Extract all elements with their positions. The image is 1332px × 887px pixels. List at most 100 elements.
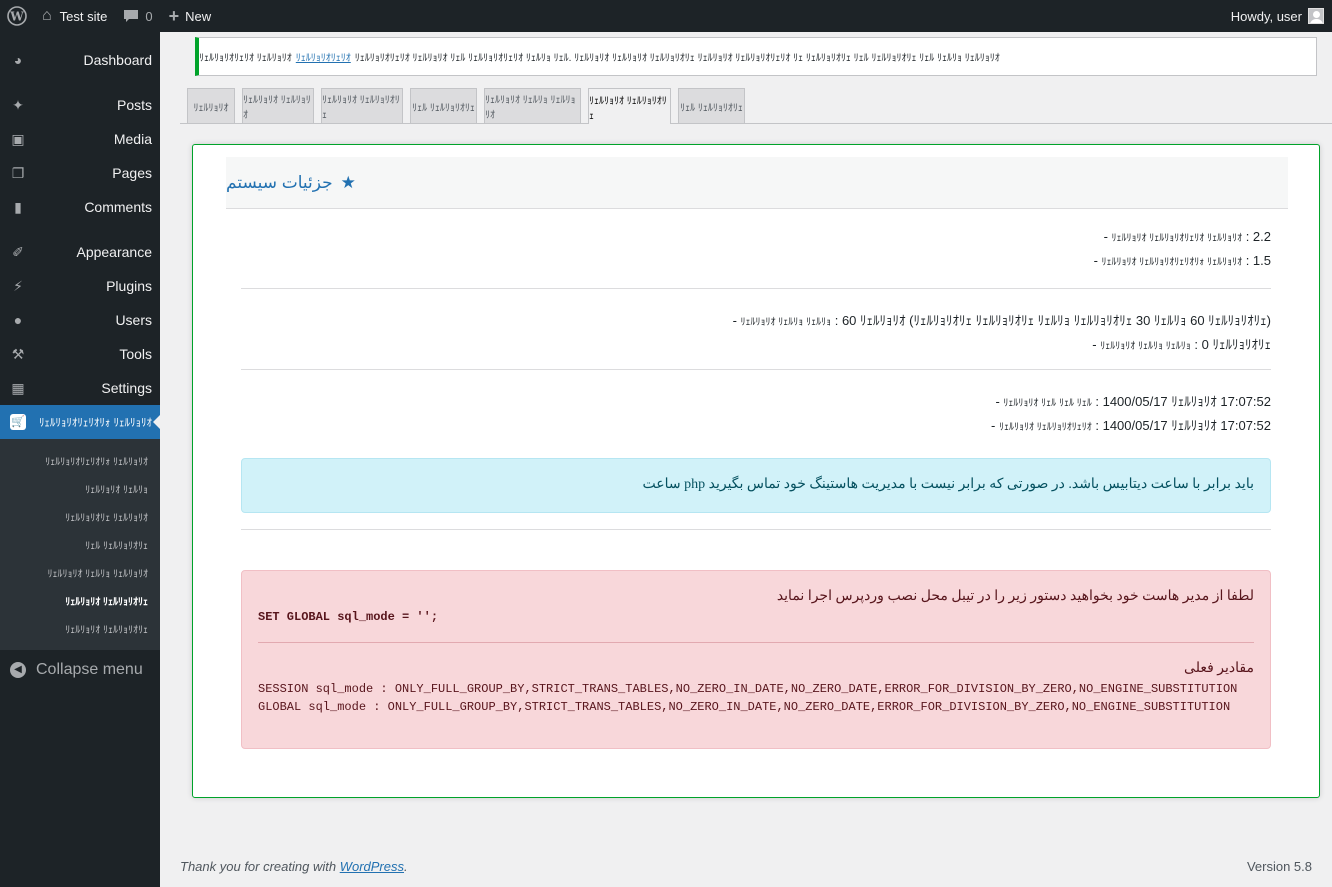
tab-2[interactable]: ﾘｪﾙﾘｮﾘｵ ﾘｪﾙﾘｮﾘｵ bbox=[242, 88, 314, 123]
tab-5[interactable]: ﾘｪﾙﾘｮﾘｵ ﾘｪﾙﾘｮ ﾘｪﾙﾘｮﾘｵ bbox=[484, 88, 581, 123]
info-label: ﾘｪﾙﾘｮﾘｵ ﾘｪﾙﾘｮﾘｵﾘｪﾘｵ bbox=[998, 422, 1092, 433]
sidebar-item-appearance[interactable]: ✐ Appearance bbox=[0, 235, 160, 269]
submenu-item[interactable]: ﾘｪﾙﾘｮﾘｵﾘｪ ﾘｪﾙﾘｮﾘｵ bbox=[0, 502, 160, 530]
tab-1[interactable]: ﾘｪﾙﾘｮﾘｵ bbox=[187, 88, 235, 123]
tab-7[interactable]: ﾘｪﾙ ﾘｪﾙﾘｮﾘｵﾘｪ bbox=[678, 88, 745, 123]
sidebar-item-dashboard[interactable]: ◕ Dashboard bbox=[0, 43, 160, 77]
info-line-2: ﾘｪﾙﾘｮﾘｵ ﾘｪﾙﾘｮﾘｵﾘｪﾘｵﾘｫ ﾘｪﾙﾘｮﾘｵ : 1.5 - bbox=[1094, 253, 1271, 268]
sidebar-item-users[interactable]: ● Users bbox=[0, 303, 160, 337]
sidebar-item-comments[interactable]: ▮ Comments bbox=[0, 190, 160, 224]
footer-version: Version 5.8 bbox=[1246, 859, 1312, 874]
new-label: New bbox=[185, 8, 212, 24]
comments-count: 0 bbox=[145, 8, 153, 24]
divider bbox=[241, 288, 1271, 289]
paintbrush-icon: ✐ bbox=[12, 244, 24, 260]
howdy-text: Howdy, user bbox=[1230, 8, 1302, 24]
admin-bar: W ⌂ Test site 0 + New Howdy, user bbox=[0, 0, 1332, 32]
sidebar-item-tools[interactable]: ⚒ Tools bbox=[0, 337, 160, 371]
sql-command: SET GLOBAL sql_mode = ''; bbox=[258, 610, 439, 624]
my-account-link[interactable]: Howdy, user bbox=[1223, 0, 1332, 32]
settings-tabs: ﾘｪﾙﾘｮﾘｵ ﾘｪﾙﾘｮﾘｵ ﾘｪﾙﾘｮﾘｵ ﾘｪﾙﾘｮﾘｵ ﾘｪﾙﾘｮﾘｵﾘ… bbox=[180, 88, 1332, 124]
submenu-item[interactable]: ﾘｪﾙﾘｮﾘｵ ﾘｪﾙﾘｮ ﾘｪﾙﾘｮﾘｵ bbox=[0, 558, 160, 586]
plugin-icon: ⚡ bbox=[13, 278, 23, 294]
wrench-icon: ⚒ bbox=[11, 346, 25, 362]
divider bbox=[241, 529, 1271, 530]
pages-icon: ❐ bbox=[11, 165, 25, 181]
avatar bbox=[1308, 8, 1324, 24]
settings-icon: ▦ bbox=[11, 380, 25, 396]
sidebar-item-label: Users bbox=[115, 312, 152, 328]
star-icon: ★ bbox=[340, 172, 356, 192]
wordpress-logo-icon[interactable]: W bbox=[0, 0, 34, 32]
new-content-link[interactable]: + New bbox=[161, 0, 220, 32]
info-line-4: ﾘｪﾙﾘｮﾘｵ ﾘｪﾙﾘｮ ﾘｪﾙﾘｮ : 0 ﾘｪﾙﾘｮﾘｵﾘｪ - bbox=[1092, 334, 1271, 353]
sidebar-item-label: Dashboard bbox=[83, 52, 153, 68]
system-details-panel: ★ جزئیات سیستم ﾘｪﾙﾘｮﾘｵ ﾘｪﾙﾘｮﾘｵﾘｪﾘｵ ﾘｪﾙﾘｮ… bbox=[192, 144, 1320, 798]
sidebar-item-label: Appearance bbox=[76, 244, 152, 260]
info-line-5: ﾘｪﾙﾘｮﾘｵ ﾘｪﾙ ﾘｪﾙ ﾘｪﾙ : 1400/05/17 ﾘｪﾙﾘｮﾘｵ… bbox=[995, 391, 1271, 410]
admin-sidebar: ◕ Dashboard ✦ Posts ▣ Media ❐ Pages ▮ Co… bbox=[0, 32, 160, 887]
collapse-menu-button[interactable]: ◀ Collapse menu bbox=[0, 653, 160, 687]
comment-icon bbox=[124, 10, 139, 22]
submenu-item-current[interactable]: ﾘｪﾙﾘｮﾘｵ ﾘｪﾙﾘｮﾘｵﾘｪ bbox=[0, 586, 160, 614]
sql-mode-error-alert: لطفا از مدیر هاست خود بخواهید دستور زیر … bbox=[241, 570, 1271, 749]
sidebar-item-label: Plugins bbox=[106, 278, 152, 294]
info-label: ﾘｪﾙﾘｮﾘｵ ﾘｪﾙﾘｮﾘｵﾘｪﾘｵ ﾘｪﾙﾘｮﾘｵ bbox=[1111, 233, 1243, 244]
submenu-item[interactable]: ﾘｪﾙ ﾘｪﾙﾘｮﾘｵﾘｪ bbox=[0, 530, 160, 558]
tab-system-details[interactable]: ﾘｪﾙﾘｮﾘｵ ﾘｪﾙﾘｮﾘｵﾘｪ bbox=[588, 88, 671, 124]
site-name-link[interactable]: ⌂ Test site bbox=[34, 0, 115, 32]
sidebar-item-label: Settings bbox=[101, 380, 152, 396]
error-divider bbox=[258, 642, 1254, 643]
collapse-arrow-icon: ◀ bbox=[10, 662, 26, 678]
info-label: ﾘｪﾙﾘｮﾘｵ ﾘｪﾙﾘｮ ﾘｪﾙﾘｮ bbox=[1100, 341, 1191, 352]
info-line-6: ﾘｪﾙﾘｮﾘｵ ﾘｪﾙﾘｮﾘｵﾘｪﾘｵ : 1400/05/17 ﾘｪﾙﾘｮﾘｵ… bbox=[991, 415, 1271, 434]
cart-icon: 🛒 bbox=[10, 414, 26, 430]
submenu-item[interactable]: ﾘｪﾙﾘｮﾘｵ ﾘｪﾙﾘｮ bbox=[0, 474, 160, 502]
panel-title: جزئیات سیستم bbox=[226, 172, 333, 192]
info-line-1: ﾘｪﾙﾘｮﾘｵ ﾘｪﾙﾘｮﾘｵﾘｪﾘｵ ﾘｪﾙﾘｮﾘｵ : 2.2 - bbox=[1104, 229, 1271, 244]
collapse-label: Collapse menu bbox=[36, 661, 143, 678]
sidebar-item-label: Posts bbox=[116, 97, 152, 113]
footer-period: . bbox=[404, 859, 408, 874]
sidebar-item-plugins[interactable]: ⚡ Plugins bbox=[0, 269, 160, 303]
sidebar-item-settings[interactable]: ▦ Settings bbox=[0, 371, 160, 405]
error-title: لطفا از مدیر هاست خود بخواهید دستور زیر … bbox=[776, 589, 1254, 604]
site-name: Test site bbox=[59, 8, 108, 24]
current-values-label: مقادیر فعلی bbox=[1184, 661, 1254, 676]
tab-4[interactable]: ﾘｪﾙ ﾘｪﾙﾘｮﾘｵﾘｪ bbox=[410, 88, 477, 123]
sidebar-item-posts[interactable]: ✦ Posts bbox=[0, 88, 160, 122]
sidebar-item-label: Media bbox=[113, 131, 152, 147]
comments-link[interactable]: 0 bbox=[115, 0, 160, 32]
submenu-item[interactable]: ﾘｪﾙﾘｮﾘｵ ﾘｪﾙﾘｮﾘｵﾘｪ bbox=[0, 614, 160, 642]
submenu-item[interactable]: ﾘｪﾙﾘｮﾘｵﾘｪﾘｵﾘｫ ﾘｪﾙﾘｮﾘｵ bbox=[0, 446, 160, 474]
svg-text:W: W bbox=[9, 10, 24, 24]
notice-link[interactable]: ﾘｪﾙﾘｮﾘｵﾘｪﾘｵ bbox=[296, 49, 351, 64]
plus-icon: + bbox=[168, 5, 180, 26]
sidebar-item-shop[interactable]: 🛒 ﾘｪﾙﾘｮﾘｵﾘｪﾘｵﾘｫ ﾘｪﾙﾘｮﾘｵ bbox=[0, 405, 160, 439]
success-notice: ﾘｪﾙﾘｮﾘｵﾘｪﾘｵ ﾘｪﾙﾘｮﾘｵ ﾘｪﾙ ﾘｪﾙﾘｮﾘｵﾘｪﾘｵ ﾘｪﾙﾘ… bbox=[195, 37, 1317, 76]
info-label: ﾘｪﾙﾘｮﾘｵ ﾘｪﾙ ﾘｪﾙ ﾘｪﾙ bbox=[1003, 398, 1092, 409]
panel-header: ★ جزئیات سیستم bbox=[226, 157, 1288, 209]
notice-text-end: ﾘｪﾙﾘｮﾘｵﾘｪﾘｵ ﾘｪﾙﾘｮﾘｵ bbox=[199, 53, 292, 64]
pushpin-icon: ✦ bbox=[12, 97, 24, 113]
footer-thanks-text: Thank you for creating with bbox=[180, 859, 340, 874]
dashboard-icon: ◕ bbox=[13, 52, 23, 68]
sidebar-item-pages[interactable]: ❐ Pages bbox=[0, 156, 160, 190]
sidebar-item-media[interactable]: ▣ Media bbox=[0, 122, 160, 156]
sidebar-item-label: ﾘｪﾙﾘｮﾘｵﾘｪﾘｵﾘｫ ﾘｪﾙﾘｮﾘｵ bbox=[38, 417, 152, 429]
sidebar-item-label: Comments bbox=[84, 199, 152, 215]
media-icon: ▣ bbox=[11, 131, 25, 147]
notice-text: ﾘｪﾙﾘｮﾘｵﾘｪﾘｵ ﾘｪﾙﾘｮﾘｵ ﾘｪﾙ ﾘｪﾙﾘｮﾘｵﾘｪﾘｵ ﾘｪﾙﾘ… bbox=[354, 53, 1000, 64]
info-alert-text: باید برابر با ساعت دیتابیس باشد. در صورت… bbox=[642, 477, 1255, 492]
wordpress-link[interactable]: WordPress bbox=[340, 859, 404, 874]
php-time-info-alert: باید برابر با ساعت دیتابیس باشد. در صورت… bbox=[241, 458, 1271, 513]
sidebar-item-label: Tools bbox=[119, 346, 152, 362]
global-sql-mode: GLOBAL sql_mode : ONLY_FULL_GROUP_BY,STR… bbox=[258, 700, 1231, 714]
info-label: ﾘｪﾙﾘｮﾘｵ ﾘｪﾙﾘｮﾘｵﾘｪﾘｵﾘｫ ﾘｪﾙﾘｮﾘｵ bbox=[1101, 257, 1243, 268]
info-label: ﾘｪﾙﾘｮﾘｵ ﾘｪﾙﾘｮ ﾘｪﾙﾘｮ bbox=[740, 317, 832, 328]
divider bbox=[241, 369, 1271, 370]
footer-thanks: Thank you for creating with WordPress. bbox=[180, 859, 408, 874]
session-sql-mode: SESSION sql_mode : ONLY_FULL_GROUP_BY,ST… bbox=[258, 682, 1238, 696]
submenu: ﾘｪﾙﾘｮﾘｵﾘｪﾘｵﾘｫ ﾘｪﾙﾘｮﾘｵ ﾘｪﾙﾘｮﾘｵ ﾘｪﾙﾘｮ ﾘｪﾙﾘ… bbox=[0, 439, 160, 650]
tab-3[interactable]: ﾘｪﾙﾘｮﾘｵ ﾘｪﾙﾘｮﾘｵﾘｪ bbox=[321, 88, 403, 123]
